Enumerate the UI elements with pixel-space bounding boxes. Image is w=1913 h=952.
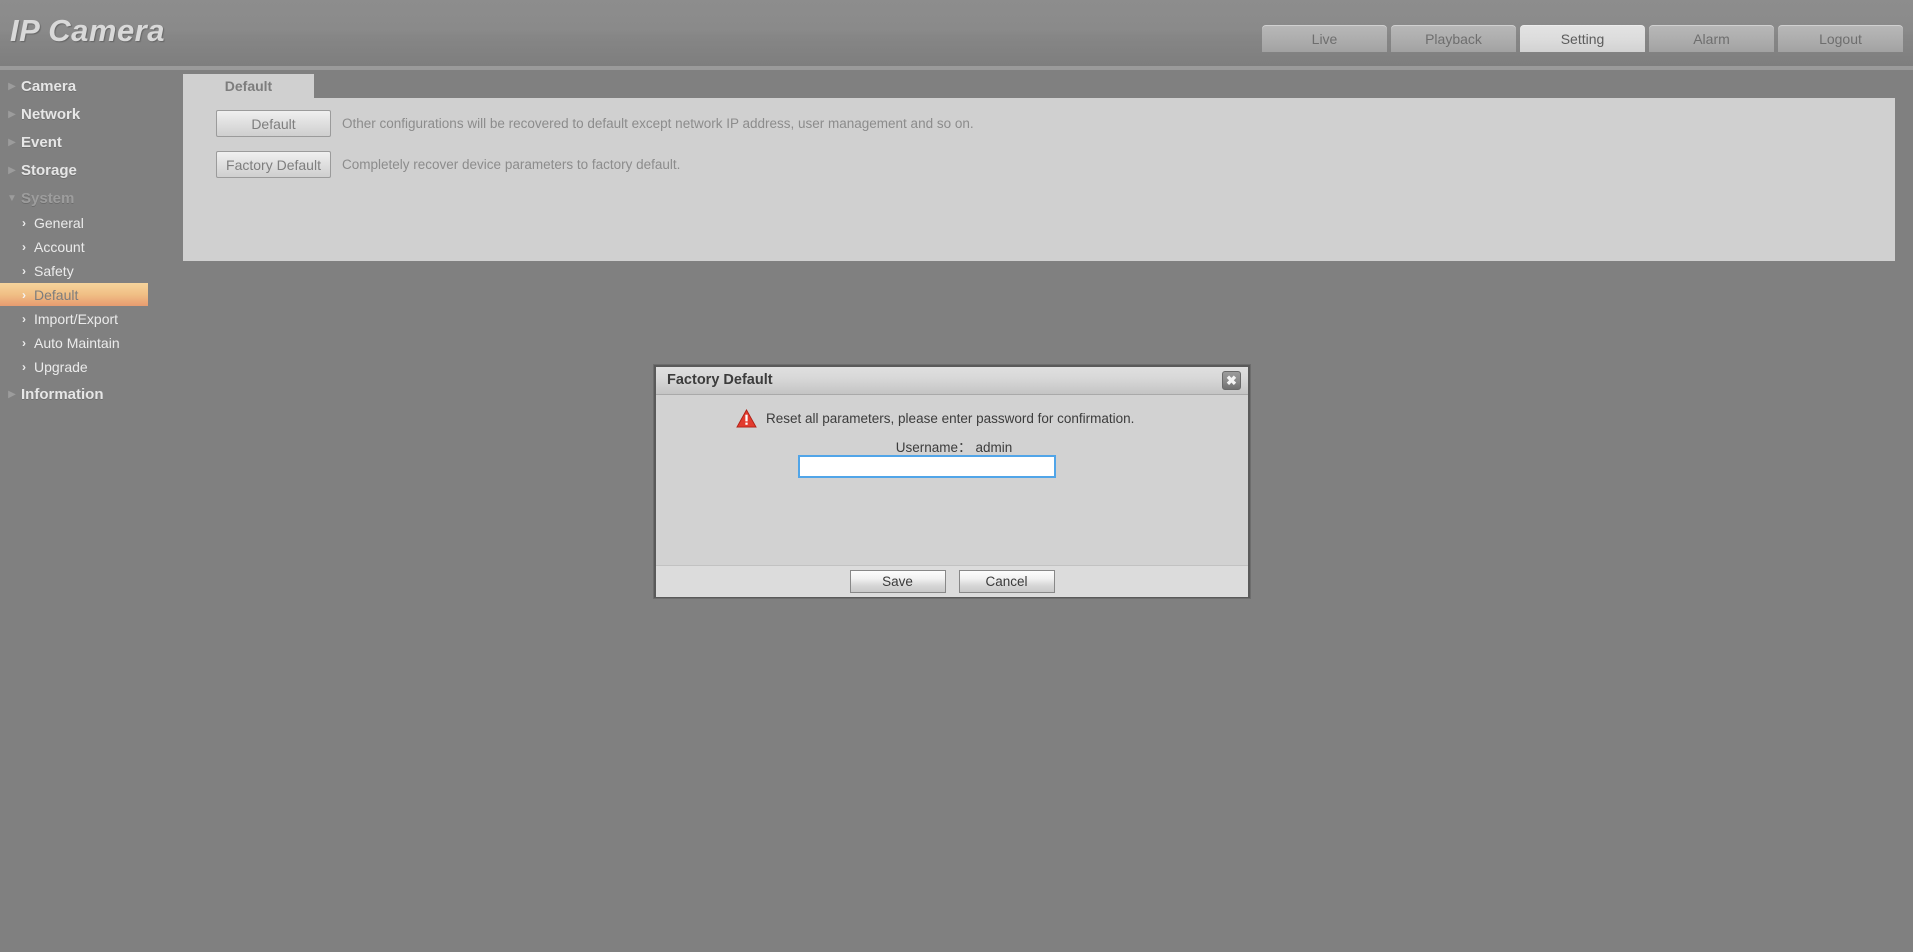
sidebar-item-import-export-label: Import/Export [34,310,119,327]
save-button-label: Save [882,574,913,589]
sidebar-item-auto-maintain-label: Auto Maintain [34,334,120,351]
sidebar-item-storage-label: Storage [21,162,77,179]
password-input[interactable] [798,455,1056,478]
nav-tab-playback[interactable]: Playback [1391,25,1516,52]
dialog-footer: Save Cancel [656,565,1248,597]
dialog-title: Factory Default [667,372,773,388]
sidebar-item-upgrade-label: Upgrade [34,358,88,375]
sidebar-item-account[interactable]: › Account [0,235,183,258]
sidebar-item-upgrade[interactable]: › Upgrade [0,355,183,378]
sidebar-item-default-label: Default [34,286,79,303]
sidebar-item-event[interactable]: ▶ Event [0,131,183,154]
main-nav: Live Playback Setting Alarm Logout [1262,25,1903,52]
sidebar-item-import-export[interactable]: › Import/Export [0,307,183,330]
nav-tab-alarm-label: Alarm [1693,30,1730,47]
password-field-wrapper [798,455,1056,478]
default-description: Other configurations will be recovered t… [342,116,974,131]
chevron-right-icon: › [22,335,26,350]
nav-tab-logout-label: Logout [1819,30,1862,47]
sidebar-item-system-label: System [21,190,75,207]
content-panel: Default Other configurations will be rec… [183,98,1895,261]
dialog-warning-line: Reset all parameters, please enter passw… [736,409,1134,428]
sidebar-item-camera-label: Camera [21,78,77,95]
save-button[interactable]: Save [849,570,946,593]
nav-tab-logout[interactable]: Logout [1778,25,1903,52]
chevron-right-icon: › [22,359,26,374]
nav-tab-live-label: Live [1311,30,1338,47]
dialog-title-bar: Factory Default ✖ [656,367,1248,395]
chevron-right-icon: › [22,311,26,326]
sidebar-item-camera[interactable]: ▶ Camera [0,75,183,98]
sidebar-item-safety-label: Safety [34,262,74,279]
sidebar-item-safety[interactable]: › Safety [0,259,183,282]
sidebar-item-general[interactable]: › General [0,211,183,234]
username-label: Username： [895,440,972,455]
sidebar-item-default[interactable]: › Default [0,283,148,306]
factory-default-button-label: Factory Default [226,156,321,173]
content-tabbar: Default [183,74,1895,98]
cancel-button[interactable]: Cancel [958,570,1055,593]
tab-default-label: Default [224,78,273,94]
sidebar-item-general-label: General [34,214,84,231]
default-reset-row: Default Other configurations will be rec… [216,110,974,137]
warning-triangle-icon [736,409,757,428]
dialog-username-line: Username： admin [656,436,1252,456]
factory-default-dialog: Factory Default ✖ Reset all parameters, … [654,365,1250,598]
sidebar-item-information-label: Information [21,386,104,403]
chevron-right-icon: › [22,263,26,278]
sidebar-item-account-label: Account [34,238,85,255]
triangle-right-icon: ▶ [8,164,16,176]
factory-default-row: Factory Default Completely recover devic… [216,151,680,178]
sidebar-item-information[interactable]: ▶ Information [0,383,183,406]
nav-tab-setting-label: Setting [1560,30,1605,47]
default-button[interactable]: Default [216,110,331,137]
app-logo: IP Camera [10,13,165,48]
close-x-icon[interactable]: ✖ [1222,371,1241,390]
chevron-right-icon: › [22,287,26,302]
triangle-right-icon: ▶ [8,80,16,92]
username-value: admin [975,440,1013,455]
triangle-down-icon: ▼ [7,192,17,204]
sidebar-item-storage[interactable]: ▶ Storage [0,159,183,182]
sidebar: ▶ Camera ▶ Network ▶ Event ▶ Storage ▼ S… [0,70,183,952]
triangle-right-icon: ▶ [8,388,16,400]
dialog-body: Reset all parameters, please enter passw… [656,395,1248,565]
triangle-right-icon: ▶ [8,136,16,148]
nav-tab-live[interactable]: Live [1262,25,1387,52]
sidebar-item-auto-maintain[interactable]: › Auto Maintain [0,331,183,354]
nav-tab-alarm[interactable]: Alarm [1649,25,1774,52]
nav-tab-setting[interactable]: Setting [1520,25,1645,52]
default-button-label: Default [251,115,296,132]
sidebar-item-network[interactable]: ▶ Network [0,103,183,126]
sidebar-item-event-label: Event [21,134,62,151]
sidebar-item-network-label: Network [21,106,81,123]
app-header: IP Camera Live Playback Setting Alarm Lo… [0,0,1913,66]
header-divider [0,66,1913,70]
triangle-right-icon: ▶ [8,108,16,120]
chevron-right-icon: › [22,239,26,254]
factory-default-description: Completely recover device parameters to … [342,157,681,172]
chevron-right-icon: › [22,215,26,230]
sidebar-item-system[interactable]: ▼ System [0,187,183,210]
cancel-button-label: Cancel [985,574,1028,589]
factory-default-button[interactable]: Factory Default [216,151,331,178]
tab-default[interactable]: Default [183,74,314,98]
nav-tab-playback-label: Playback [1425,30,1482,47]
dialog-warning-text: Reset all parameters, please enter passw… [766,411,1135,426]
